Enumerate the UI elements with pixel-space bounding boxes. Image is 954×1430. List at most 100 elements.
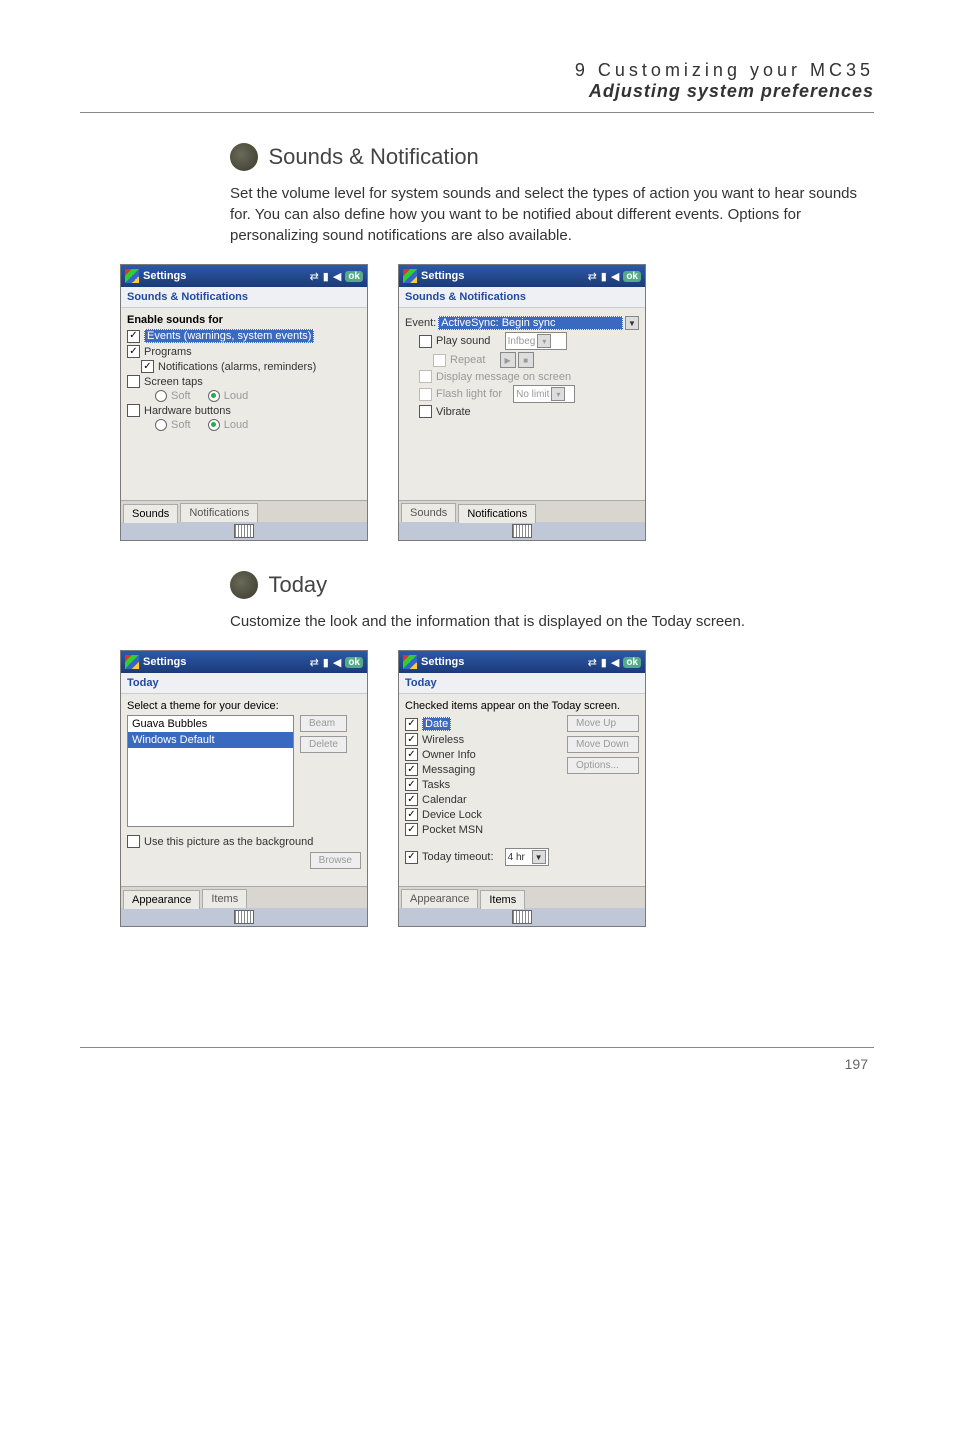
connectivity-icon[interactable]: ⇄: [588, 656, 597, 669]
flash-value: No limit: [516, 389, 549, 400]
sounds-description: Set the volume level for system sounds a…: [230, 183, 874, 246]
ok-button[interactable]: ok: [623, 271, 641, 282]
item-pocketmsn: Pocket MSN: [422, 824, 483, 836]
flash-dropdown-button: ▾: [551, 387, 565, 401]
keyboard-icon[interactable]: [512, 524, 532, 538]
tab-sounds[interactable]: Sounds: [401, 503, 456, 522]
checkbox-pocketmsn[interactable]: [405, 823, 418, 836]
signal-icon[interactable]: ▮: [601, 656, 607, 669]
start-icon[interactable]: [403, 269, 417, 283]
today-icon: [230, 571, 258, 599]
checkbox-programs[interactable]: [127, 345, 140, 358]
label-soft-2: Soft: [171, 419, 191, 431]
theme-listbox[interactable]: Guava Bubbles Windows Default: [127, 715, 294, 827]
timeout-dropdown-button[interactable]: ▼: [532, 850, 546, 864]
theme-item-windows-default[interactable]: Windows Default: [128, 732, 293, 748]
chapter-number: 9 Customizing your MC35: [80, 60, 874, 81]
connectivity-icon[interactable]: ⇄: [310, 270, 319, 283]
movedown-button: Move Down: [567, 736, 639, 753]
checkbox-tasks[interactable]: [405, 778, 418, 791]
checkbox-calendar[interactable]: [405, 793, 418, 806]
tab-items[interactable]: Items: [202, 889, 247, 908]
label-notifications: Notifications (alarms, reminders): [158, 361, 316, 373]
checkbox-notifications[interactable]: [141, 360, 154, 373]
checkbox-playsound[interactable]: [419, 335, 432, 348]
label-loud-2: Loud: [224, 419, 248, 431]
radio-soft-1: [155, 390, 167, 402]
label-programs: Programs: [144, 346, 192, 358]
checkbox-events[interactable]: [127, 330, 140, 343]
checkbox-ownerinfo[interactable]: [405, 748, 418, 761]
panel-subheader: Today: [121, 673, 367, 694]
label-playsound: Play sound: [436, 335, 490, 347]
titlebar: Settings ⇄ ▮ ◀ ok: [399, 651, 645, 673]
label-checked-items: Checked items appear on the Today screen…: [405, 700, 639, 712]
label-flashlight: Flash light for: [436, 388, 502, 400]
tab-notifications[interactable]: Notifications: [180, 503, 258, 522]
checkbox-today-timeout[interactable]: [405, 851, 418, 864]
label-screentaps: Screen taps: [144, 376, 203, 388]
screenshot-today-appearance: Settings ⇄ ▮ ◀ ok Today Select a theme f…: [120, 650, 368, 927]
label-events: Events (warnings, system events): [144, 329, 314, 343]
event-dropdown-button[interactable]: ▼: [625, 316, 639, 330]
options-button: Options...: [567, 757, 639, 774]
ok-button[interactable]: ok: [623, 657, 641, 668]
checkbox-vibrate[interactable]: [419, 405, 432, 418]
label-soft-1: Soft: [171, 390, 191, 402]
stop-button[interactable]: ■: [518, 352, 534, 368]
checkbox-use-picture[interactable]: [127, 835, 140, 848]
moveup-button: Move Up: [567, 715, 639, 732]
checkbox-devicelock[interactable]: [405, 808, 418, 821]
keyboard-icon[interactable]: [234, 910, 254, 924]
checkbox-date[interactable]: [405, 718, 418, 731]
titlebar: Settings ⇄ ▮ ◀ ok: [121, 651, 367, 673]
tab-items[interactable]: Items: [480, 890, 525, 909]
connectivity-icon[interactable]: ⇄: [588, 270, 597, 283]
window-title: Settings: [421, 270, 584, 282]
signal-icon[interactable]: ▮: [323, 270, 329, 283]
beam-button: Beam: [300, 715, 347, 732]
item-ownerinfo: Owner Info: [422, 749, 476, 761]
play-button[interactable]: ▶: [500, 352, 516, 368]
theme-item-guava[interactable]: Guava Bubbles: [128, 716, 293, 732]
label-today-timeout: Today timeout:: [422, 851, 494, 863]
item-tasks: Tasks: [422, 779, 450, 791]
browse-button: Browse: [310, 852, 361, 869]
tab-bar: Sounds Notifications: [121, 500, 367, 522]
tab-bar: Appearance Items: [121, 886, 367, 908]
keyboard-icon[interactable]: [512, 910, 532, 924]
checkbox-screentaps[interactable]: [127, 375, 140, 388]
volume-icon[interactable]: ◀: [333, 270, 341, 283]
signal-icon[interactable]: ▮: [323, 656, 329, 669]
header-rule: [80, 112, 874, 113]
start-icon[interactable]: [403, 655, 417, 669]
checkbox-wireless[interactable]: [405, 733, 418, 746]
volume-icon[interactable]: ◀: [611, 270, 619, 283]
checkbox-hwbuttons[interactable]: [127, 404, 140, 417]
tab-notifications[interactable]: Notifications: [458, 504, 536, 523]
connectivity-icon[interactable]: ⇄: [310, 656, 319, 669]
start-icon[interactable]: [125, 655, 139, 669]
tab-bar: Sounds Notifications: [399, 500, 645, 522]
keyboard-icon[interactable]: [234, 524, 254, 538]
checkbox-messaging[interactable]: [405, 763, 418, 776]
ok-button[interactable]: ok: [345, 657, 363, 668]
timeout-value: 4 hr: [508, 852, 525, 863]
item-calendar: Calendar: [422, 794, 467, 806]
start-icon[interactable]: [125, 269, 139, 283]
tab-appearance[interactable]: Appearance: [123, 890, 200, 909]
label-select-theme: Select a theme for your device:: [127, 700, 361, 712]
ok-button[interactable]: ok: [345, 271, 363, 282]
signal-icon[interactable]: ▮: [601, 270, 607, 283]
page-number: 197: [80, 1056, 874, 1092]
tab-appearance[interactable]: Appearance: [401, 889, 478, 908]
volume-icon[interactable]: ◀: [611, 656, 619, 669]
footer-rule: [80, 1047, 874, 1048]
sound-dropdown-button: ▾: [537, 334, 551, 348]
tab-sounds[interactable]: Sounds: [123, 504, 178, 523]
today-description: Customize the look and the information t…: [230, 611, 874, 632]
volume-icon[interactable]: ◀: [333, 656, 341, 669]
tab-bar: Appearance Items: [399, 886, 645, 908]
sound-value: Infbeg: [508, 336, 536, 347]
event-value: ActiveSync: Begin sync: [438, 316, 623, 330]
